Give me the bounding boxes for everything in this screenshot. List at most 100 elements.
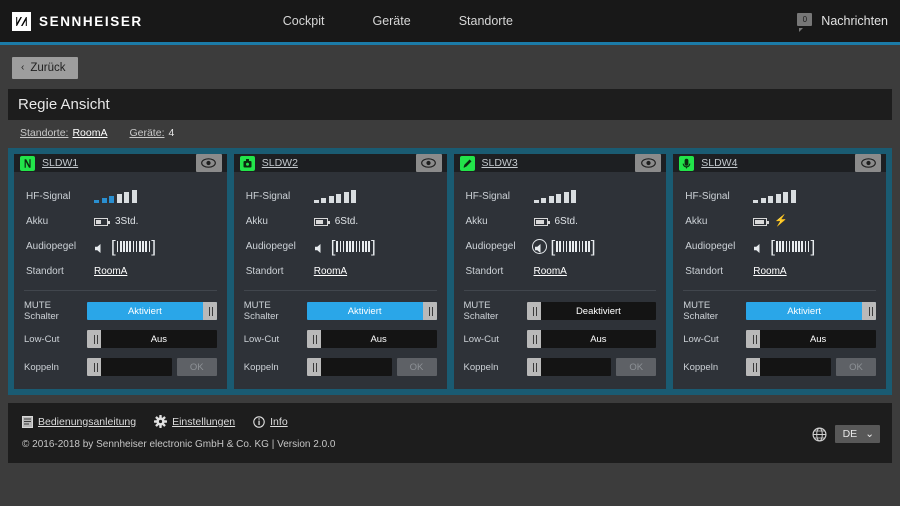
mute-switch-toggle-label: Aktiviert (347, 305, 382, 317)
speaker-icon (753, 241, 764, 253)
signal-bar (548, 196, 554, 203)
koppeln-toggle[interactable] (87, 358, 172, 376)
app-root: SENNHEISER Cockpit Geräte Standorte 0 Na… (0, 0, 900, 506)
signal-bar (768, 196, 774, 203)
audio-meter-tick (139, 241, 141, 252)
signal-bar (116, 194, 122, 203)
eye-identify-button[interactable] (635, 154, 662, 172)
koppeln-ok-button[interactable]: OK (616, 358, 657, 376)
audio-meter-tick (123, 241, 125, 252)
audio-meter: [] (111, 238, 156, 255)
footer-link-manual-label: Bedienungsanleitung (38, 415, 137, 428)
nav-item-geraete[interactable]: Geräte (372, 14, 410, 28)
meter-bracket-right: ] (590, 237, 596, 256)
device-name[interactable]: SLDW1 (42, 157, 189, 169)
low-cut-toggle-label: Aus (150, 333, 168, 345)
audio-level-label: Audiopegel (685, 241, 736, 252)
footer-link-manual[interactable]: Bedienungsanleitung (22, 415, 137, 428)
audio-level-value: [] (531, 237, 596, 256)
battery-value: 6Std. (533, 216, 578, 227)
low-cut-toggle-label: Aus (809, 333, 827, 345)
signal-bar (571, 190, 576, 203)
low-cut-toggle-label: Aus (590, 333, 607, 345)
mute-switch-toggle[interactable]: Aktiviert (306, 302, 437, 320)
device-card-header: SLDW3 (453, 154, 667, 172)
low-cut-toggle[interactable]: Aus (526, 330, 657, 348)
messages-label[interactable]: Nachrichten (821, 14, 888, 28)
koppeln-toggle[interactable] (526, 358, 612, 376)
audio-meter-tick (336, 241, 339, 252)
low-cut-toggle[interactable]: Aus (746, 330, 876, 348)
mute-switch-toggle[interactable]: Aktiviert (746, 302, 876, 320)
low-cut-toggle[interactable]: Aus (306, 330, 437, 348)
eye-identify-button[interactable] (855, 154, 881, 172)
low-cut-toggle[interactable]: Aus (87, 330, 217, 348)
signal-bar (775, 194, 781, 203)
audio-meter-tick (349, 241, 351, 252)
row-koppeln: Koppeln OK (24, 355, 217, 379)
device-name[interactable]: SLDW3 (482, 157, 629, 169)
footer-link-settings[interactable]: Einstellungen (154, 415, 235, 428)
footer-link-info[interactable]: Info (253, 416, 288, 428)
signal-bar (313, 200, 319, 203)
breadcrumb-devices-value: 4 (168, 127, 175, 139)
koppeln-ok-button[interactable]: OK (836, 358, 876, 376)
back-button[interactable]: ‹ Zurück (12, 57, 78, 79)
location-link[interactable]: RoomA (94, 266, 127, 277)
audio-meter-ticks (555, 241, 590, 252)
audio-meter-tick (142, 241, 144, 252)
location-link[interactable]: RoomA (534, 266, 567, 277)
mute-switch-toggle-label: Aktiviert (127, 305, 162, 317)
signal-bar (321, 198, 327, 203)
row-hf-signal: HF-Signal (673, 184, 886, 209)
breadcrumb-devices-key[interactable]: Geräte: (129, 127, 164, 139)
device-name[interactable]: SLDW2 (262, 157, 409, 169)
signal-bars (533, 190, 576, 203)
mute-switch-toggle[interactable]: Aktiviert (87, 302, 217, 320)
row-hf-signal: HF-Signal (234, 184, 447, 209)
speaker-icon (531, 239, 547, 254)
device-controls: MUTE Schalter Deaktiviert Low-Cut Aus Koppel… (454, 291, 667, 393)
koppeln-toggle-label (760, 358, 831, 376)
footer-links: Bedienungsanleitung Einstellungen Info (22, 415, 892, 428)
audio-meter-tick (788, 241, 791, 252)
speaker-icon (314, 241, 325, 253)
audio-meter-tick (342, 241, 345, 252)
nav-item-standorte[interactable]: Standorte (459, 14, 513, 28)
device-name[interactable]: SLDW4 (701, 157, 848, 169)
nav-messages[interactable]: 0 Nachrichten (797, 13, 888, 32)
signal-bar (556, 194, 561, 203)
row-battery: Akku 6Std. (454, 209, 667, 234)
mute-switch-toggle-label: Aktiviert (787, 305, 822, 317)
breadcrumb-location-key[interactable]: Standorte: (20, 127, 68, 139)
hf-signal-value (94, 190, 137, 203)
row-mute-switch: MUTE Schalter Aktiviert (24, 299, 217, 323)
eye-identify-button[interactable] (415, 154, 442, 172)
message-bubble-icon[interactable]: 0 (797, 13, 813, 32)
mute-switch-toggle[interactable]: Deaktiviert (526, 302, 657, 320)
audio-meter-tick (148, 241, 151, 252)
breadcrumb-location-value[interactable]: RoomA (72, 127, 107, 139)
nav-item-cockpit[interactable]: Cockpit (283, 14, 325, 28)
meter-bracket-right: ] (151, 237, 156, 256)
location-link[interactable]: RoomA (753, 266, 786, 277)
handheld-mic-icon (20, 155, 35, 171)
signal-bar (760, 198, 766, 203)
language-selector[interactable]: DE ⌄ (834, 425, 880, 443)
battery-icon (753, 217, 770, 226)
audio-meter-tick (145, 241, 148, 252)
koppeln-ok-button[interactable]: OK (176, 358, 217, 376)
device-controls: MUTE Schalter Aktiviert Low-Cut Aus Koppeln O… (673, 291, 886, 393)
sennheiser-logo-icon (12, 11, 31, 31)
capsule-mic-icon (679, 155, 695, 171)
location-link[interactable]: RoomA (314, 266, 347, 277)
battery-label: Akku (465, 216, 488, 227)
toggle-knob (87, 358, 101, 376)
koppeln-ok-button[interactable]: OK (396, 358, 437, 376)
koppeln-toggle[interactable] (746, 358, 831, 376)
audio-meter-tick (801, 241, 804, 252)
mute-ring-icon (531, 239, 547, 254)
eye-identify-button[interactable] (195, 154, 222, 172)
koppeln-toggle[interactable] (306, 358, 392, 376)
page-title: Regie Ansicht (18, 96, 110, 113)
